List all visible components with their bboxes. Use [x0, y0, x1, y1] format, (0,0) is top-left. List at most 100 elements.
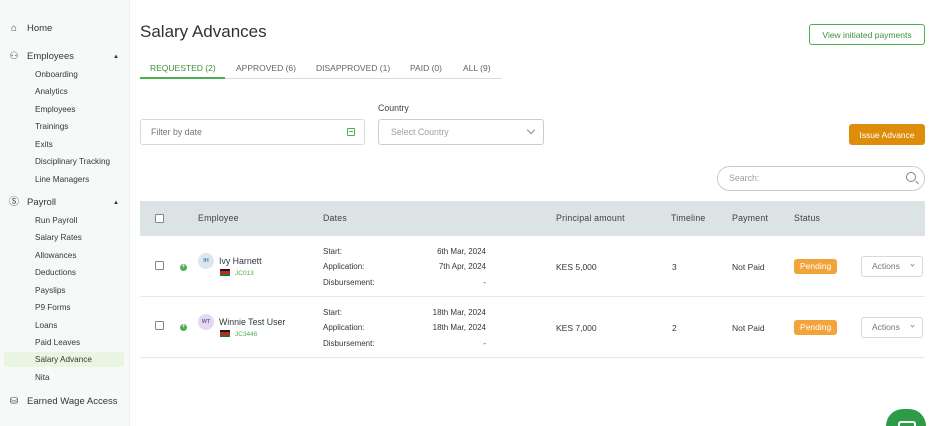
search-icon[interactable]	[906, 172, 916, 182]
timeline-value: 2	[672, 323, 677, 333]
payment-status: Not Paid	[732, 323, 765, 333]
row-checkbox[interactable]	[155, 321, 164, 330]
expand-row-icon[interactable]	[180, 262, 187, 272]
sidebar-item-label: Employees	[27, 51, 74, 62]
coins-icon: ⛁	[9, 395, 19, 407]
sidebar-item-analytics[interactable]: Analytics	[35, 87, 68, 96]
disbursement-date: -	[483, 339, 486, 348]
status-tabs: REQUESTED (2) APPROVED (6) DISAPPROVED (…	[140, 59, 502, 79]
disbursement-date: -	[483, 278, 486, 287]
home-icon: ⌂	[10, 22, 18, 34]
chevron-down-icon	[910, 323, 915, 328]
chevron-down-icon	[526, 125, 536, 135]
tab-requested[interactable]: REQUESTED (2)	[140, 59, 225, 79]
application-date: 7th Apr, 2024	[438, 262, 486, 271]
column-header-status: Status	[794, 213, 821, 223]
sidebar-item-employees-list[interactable]: Employees	[35, 105, 76, 114]
application-date: 18th Mar, 2024	[432, 323, 486, 332]
status-badge: Pending	[794, 320, 838, 335]
row-checkbox[interactable]	[155, 261, 164, 270]
column-header-timeline: Timeline	[671, 213, 706, 223]
sidebar-item-line-managers[interactable]: Line Managers	[35, 175, 89, 184]
chevron-up-icon: ▲	[113, 199, 119, 206]
tab-disapproved[interactable]: DISAPPROVED (1)	[316, 59, 390, 79]
start-label: Start:	[323, 247, 343, 256]
sidebar-item-disciplinary-tracking[interactable]: Disciplinary Tracking	[35, 157, 110, 166]
avatar: WT	[198, 314, 214, 330]
employee-name[interactable]: Winnie Test User	[219, 317, 285, 327]
sidebar-item-employees[interactable]: ⚇ Employees ▲	[9, 51, 129, 62]
employee-id: JC3446	[235, 331, 258, 338]
actions-label: Actions	[872, 261, 900, 271]
sidebar-item-salary-rates[interactable]: Salary Rates	[35, 233, 82, 242]
principal-amount: KES 7,000	[556, 323, 597, 333]
chevron-down-icon	[910, 262, 915, 267]
date-filter-placeholder: Filter by date	[151, 127, 202, 137]
actions-dropdown[interactable]: Actions	[861, 256, 923, 277]
column-header-employee: Employee	[198, 213, 239, 223]
date-filter-input[interactable]: Filter by date	[140, 119, 365, 145]
employee-id: JC013	[235, 270, 254, 277]
avatar: IH	[198, 253, 214, 269]
disbursement-label: Disbursement:	[323, 278, 375, 287]
table-header: Employee Dates Principal amount Timeline…	[140, 201, 925, 236]
table-row[interactable]: WT Winnie Test User JC3446 Start: Applic…	[140, 297, 925, 358]
sidebar-item-payslips[interactable]: Payslips	[35, 286, 66, 295]
actions-dropdown[interactable]: Actions	[861, 317, 923, 338]
sidebar-item-nita[interactable]: Nita	[35, 373, 50, 382]
start-date: 6th Mar, 2024	[437, 247, 486, 256]
search-input[interactable]: Search:	[717, 166, 925, 191]
search-placeholder: Search:	[729, 173, 760, 183]
issue-advance-button[interactable]: Issue Advance	[849, 124, 925, 145]
tab-approved[interactable]: APPROVED (6)	[236, 59, 296, 79]
sidebar-item-exits[interactable]: Exits	[35, 140, 53, 149]
start-date: 18th Mar, 2024	[432, 308, 486, 317]
actions-label: Actions	[872, 322, 900, 332]
select-all-checkbox[interactable]	[155, 214, 164, 223]
sidebar-item-paid-leaves[interactable]: Paid Leaves	[35, 338, 80, 347]
sidebar-item-payroll[interactable]: Ⓢ Payroll ▲	[9, 197, 129, 208]
sidebar-item-p9-forms[interactable]: P9 Forms	[35, 303, 71, 312]
column-header-payment: Payment	[732, 213, 769, 223]
sidebar-item-onboarding[interactable]: Onboarding	[35, 70, 78, 79]
timeline-value: 3	[672, 262, 677, 272]
table-row[interactable]: IH Ivy Harnett JC013 Start: Application:…	[140, 236, 925, 297]
tab-paid[interactable]: PAID (0)	[410, 59, 442, 79]
tab-all[interactable]: ALL (9)	[463, 59, 491, 79]
page-title: Salary Advances	[140, 22, 267, 41]
sidebar-item-earned-wage-access[interactable]: ⛁ Earned Wage Access	[9, 395, 118, 407]
column-header-principal: Principal amount	[556, 213, 625, 223]
sidebar-item-salary-advance[interactable]: Salary Advance	[4, 352, 124, 367]
sidebar-item-loans[interactable]: Loans	[35, 321, 57, 330]
dollar-circle-icon: Ⓢ	[9, 196, 19, 208]
sidebar: ⌂ Home ⚇ Employees ▲ Onboarding Analytic…	[0, 0, 130, 426]
kenya-flag-icon	[220, 269, 230, 276]
principal-amount: KES 5,000	[556, 262, 597, 272]
calendar-icon[interactable]	[347, 128, 355, 136]
chevron-up-icon: ▲	[113, 53, 119, 60]
status-badge: Pending	[794, 259, 838, 274]
kenya-flag-icon	[220, 330, 230, 337]
application-label: Application:	[323, 323, 365, 332]
payment-status: Not Paid	[732, 262, 765, 272]
employee-name[interactable]: Ivy Harnett	[219, 256, 262, 266]
start-label: Start:	[323, 308, 343, 317]
sidebar-item-label: Payroll	[27, 197, 57, 208]
country-select[interactable]: Select Country	[378, 119, 544, 145]
chat-fab-button[interactable]	[886, 409, 926, 426]
sidebar-item-run-payroll[interactable]: Run Payroll	[35, 216, 77, 225]
sidebar-item-label: Earned Wage Access	[27, 396, 118, 407]
sidebar-item-deductions[interactable]: Deductions	[35, 268, 76, 277]
column-header-dates: Dates	[323, 213, 347, 223]
view-initiated-payments-button[interactable]: View initiated payments	[809, 24, 925, 45]
users-icon: ⚇	[9, 50, 19, 62]
expand-row-icon[interactable]	[180, 322, 187, 332]
disbursement-label: Disbursement:	[323, 339, 375, 348]
country-label: Country	[378, 103, 409, 113]
country-select-placeholder: Select Country	[391, 127, 449, 137]
sidebar-item-home[interactable]: ⌂ Home	[9, 23, 52, 34]
application-label: Application:	[323, 262, 365, 271]
sidebar-item-allowances[interactable]: Allowances	[35, 251, 76, 260]
sidebar-item-label: Home	[27, 23, 53, 34]
sidebar-item-trainings[interactable]: Trainings	[35, 122, 68, 131]
